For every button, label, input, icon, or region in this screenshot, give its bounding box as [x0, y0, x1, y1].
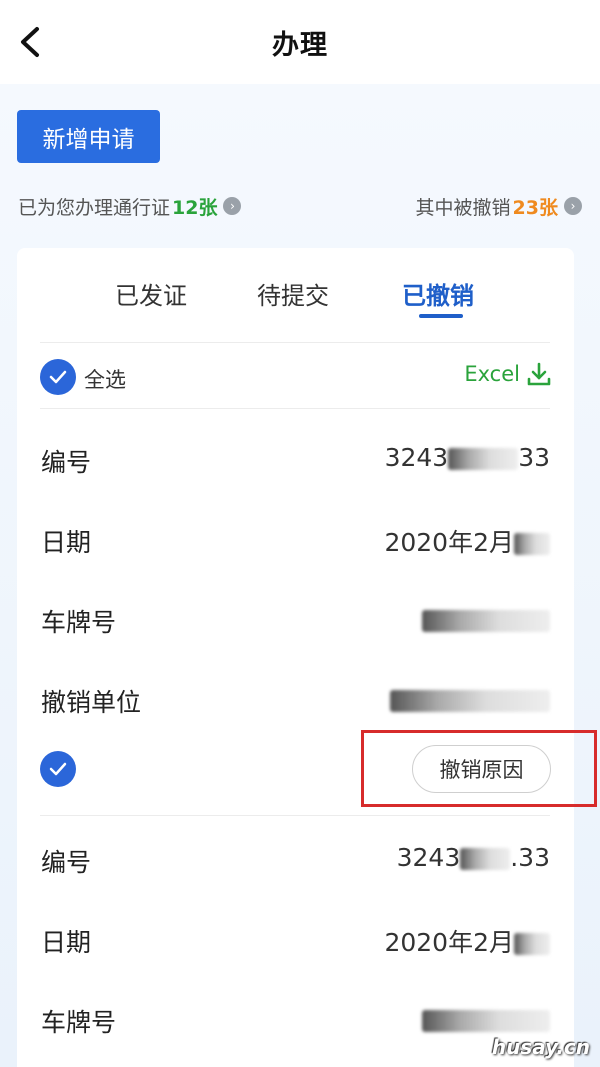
top-bar: 办理 — [0, 0, 600, 84]
record-field-label: 车牌号 — [41, 608, 117, 637]
divider — [40, 815, 550, 816]
select-all-checkbox[interactable] — [40, 359, 76, 395]
tab-bar: 已发证 待提交 已撤销 — [17, 248, 574, 342]
chevron-left-icon — [21, 27, 39, 57]
tab-active-indicator — [419, 314, 463, 318]
stats-bar: 已为您办理通行证 12张 › 其中被撤销 23张 › — [18, 190, 582, 222]
excel-export-button[interactable]: Excel — [464, 361, 552, 387]
record-plate-value — [422, 1005, 550, 1034]
revoked-text: 其中被撤销 — [415, 196, 511, 219]
chevron-right-icon: › — [564, 197, 582, 215]
record-number-value: 3243.33 — [396, 843, 550, 872]
record-date-value: 2020年2月 — [384, 523, 550, 559]
excel-label: Excel — [464, 362, 520, 386]
record-date-value: 2020年2月 — [384, 923, 550, 959]
record-checkbox[interactable] — [40, 751, 76, 787]
divider — [40, 408, 550, 409]
records-card: 已发证 待提交 已撤销 全选 Excel 编号 3243 33 日期 2020年2… — [17, 248, 574, 1067]
record-plate-value — [422, 605, 550, 634]
record-field-label: 车牌号 — [41, 1008, 117, 1037]
record-field-label: 编号 — [41, 448, 92, 477]
issued-stat[interactable]: 已为您办理通行证 12张 › — [18, 193, 242, 220]
tab-pending[interactable]: 待提交 — [257, 276, 329, 311]
record-unit-value — [390, 685, 550, 714]
page-title: 办理 — [272, 29, 328, 61]
record-field-label: 撤销单位 — [41, 688, 142, 717]
select-all-label: 全选 — [84, 368, 126, 392]
check-icon — [49, 762, 67, 776]
revoked-count: 23张 — [512, 196, 558, 219]
record-field-label: 日期 — [41, 928, 92, 957]
download-icon — [527, 362, 551, 386]
record-field-label: 编号 — [41, 848, 92, 877]
new-application-button[interactable]: 新增申请 — [17, 110, 160, 163]
issued-count: 12张 — [172, 196, 218, 219]
back-button[interactable] — [8, 18, 52, 66]
divider — [40, 342, 550, 343]
revoked-stat[interactable]: 其中被撤销 23张 › — [416, 193, 582, 220]
record-number-value: 3243 33 — [384, 443, 550, 472]
chevron-right-icon: › — [223, 197, 242, 215]
tab-revoked[interactable]: 已撤销 — [402, 276, 474, 311]
issued-text: 已为您办理通行证 — [18, 196, 171, 219]
watermark: husay.cn — [491, 1035, 590, 1059]
revoke-reason-button[interactable]: 撤销原因 — [412, 745, 551, 793]
tab-issued[interactable]: 已发证 — [115, 276, 187, 311]
record-field-label: 日期 — [41, 528, 92, 557]
check-icon — [49, 370, 67, 384]
